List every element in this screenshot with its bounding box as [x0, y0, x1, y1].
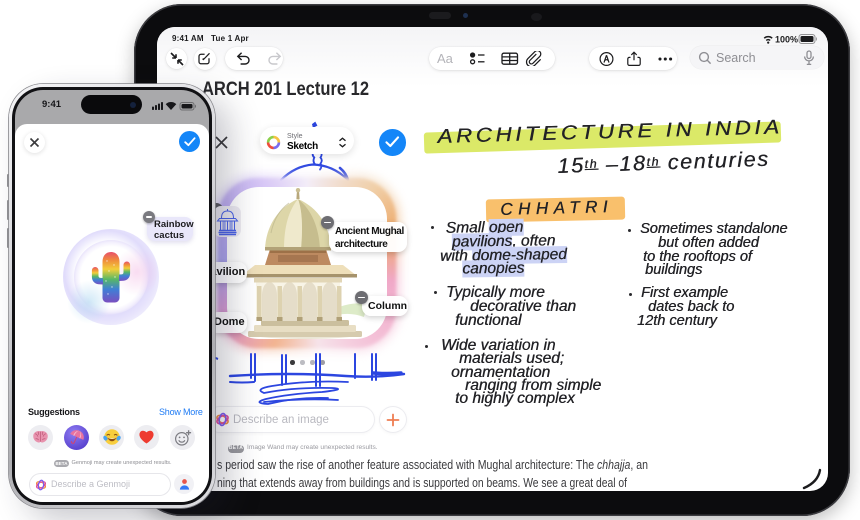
- svg-text:100%: 100%: [775, 35, 798, 45]
